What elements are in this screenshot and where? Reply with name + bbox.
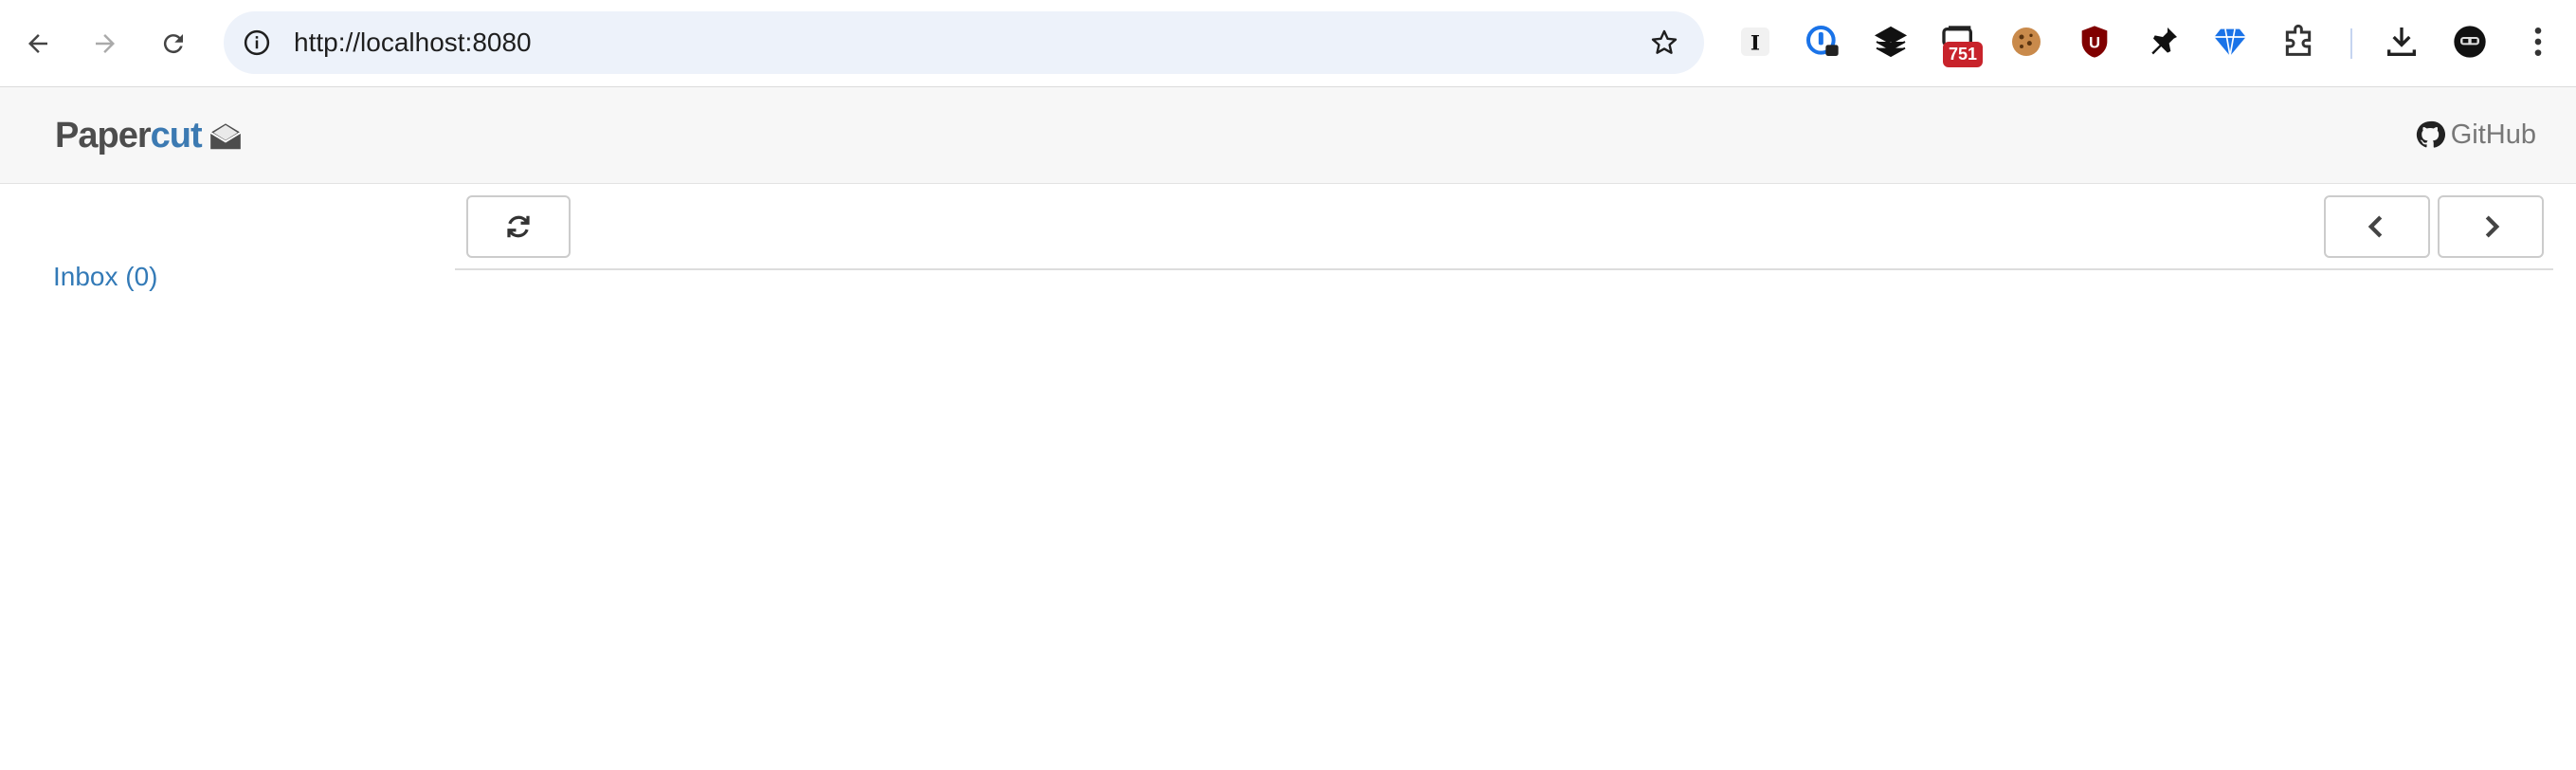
url-text[interactable]: http://localhost:8080: [294, 11, 532, 74]
download-icon[interactable]: [2381, 21, 2422, 63]
arrow-left-icon: [28, 34, 47, 53]
github-icon: [2416, 120, 2445, 148]
profile-avatar-icon[interactable]: [2449, 21, 2491, 63]
next-page-button[interactable]: [2438, 195, 2544, 258]
info-icon[interactable]: [243, 28, 271, 57]
address-bar[interactable]: http://localhost:8080: [224, 11, 1704, 74]
cookie-icon[interactable]: [2005, 21, 2047, 63]
logo-text-cut: cut: [150, 115, 203, 156]
refresh-button[interactable]: [466, 195, 571, 258]
logo-text-paper: Paper: [55, 115, 152, 156]
back-button[interactable]: [14, 20, 62, 67]
forward-button[interactable]: [82, 20, 129, 67]
text-extension-icon[interactable]: I: [1734, 21, 1776, 63]
layers-icon[interactable]: [1870, 21, 1912, 63]
app-navbar: Paper cut GitHub: [0, 87, 2576, 184]
pin-icon[interactable]: [2142, 21, 2184, 63]
ublock-icon[interactable]: U: [2074, 21, 2115, 63]
github-label: GitHub: [2450, 119, 2536, 150]
chevron-right-icon: [2485, 215, 2500, 238]
toolbar-divider: [455, 268, 2553, 270]
gem-icon[interactable]: [2209, 21, 2251, 63]
papercut-logo[interactable]: Paper cut: [55, 112, 244, 159]
reload-button[interactable]: [150, 20, 197, 67]
reload-icon: [163, 34, 183, 54]
browser-toolbar: http://localhost:8080 I 751 U: [0, 0, 2576, 87]
envelope-icon: [209, 123, 241, 150]
refresh-icon: [507, 215, 530, 238]
sidebar-item-inbox[interactable]: Inbox (0): [53, 262, 158, 292]
arrow-right-icon: [96, 34, 115, 53]
previous-page-button[interactable]: [2324, 195, 2430, 258]
svg-text:I: I: [1751, 31, 1760, 55]
toolbar-separator: [2350, 28, 2352, 59]
bookmark-star-icon[interactable]: [1649, 28, 1679, 58]
password-manager-icon[interactable]: [1802, 21, 1843, 63]
browser-menu-icon[interactable]: [2517, 21, 2559, 63]
svg-text:U: U: [2089, 34, 2100, 52]
github-link[interactable]: GitHub: [2415, 116, 2536, 154]
extension-badge: 751: [1943, 42, 1983, 67]
extensions-puzzle-icon[interactable]: [2277, 21, 2319, 63]
chevron-left-icon: [2367, 215, 2383, 238]
